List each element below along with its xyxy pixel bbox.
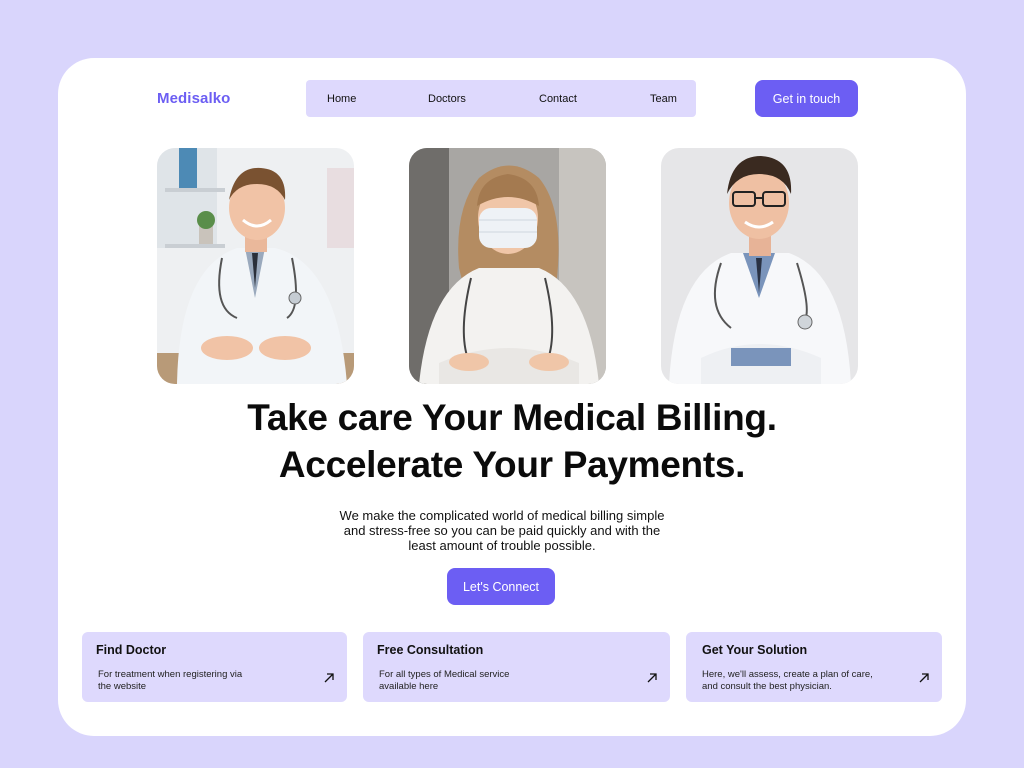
feature-card-free-consultation[interactable]: Free Consultation For all types of Medic… <box>363 632 670 702</box>
arrow-up-right-icon[interactable] <box>918 672 930 684</box>
feature-title: Get Your Solution <box>702 643 808 657</box>
feature-description: Here, we'll assess, create a plan of car… <box>702 669 873 693</box>
doctor-male-glasses-photo <box>661 148 858 384</box>
hero-subtext-line-3: least amount of trouble possible. <box>408 538 596 553</box>
nav-item-team[interactable]: Team <box>650 93 677 105</box>
feature-card-find-doctor[interactable]: Find Doctor For treatment when registeri… <box>82 632 347 702</box>
nav-item-doctors[interactable]: Doctors <box>428 93 466 105</box>
nav-item-contact[interactable]: Contact <box>539 93 577 105</box>
nav-item-home[interactable]: Home <box>327 93 356 105</box>
arrow-up-right-icon[interactable] <box>323 672 335 684</box>
logo[interactable]: Medisalko <box>157 90 230 107</box>
hero-subtext-line-1: We make the complicated world of medical… <box>339 508 665 523</box>
feature-description-line: For all types of Medical service <box>379 669 510 680</box>
feature-description: For all types of Medical service availab… <box>379 669 509 693</box>
doctor-female-mask-photo <box>409 148 606 384</box>
feature-description-line: the website <box>98 681 147 692</box>
feature-description-line: and consult the best physician. <box>702 681 832 692</box>
hero-subtext-line-2: and stress-free so you can be paid quick… <box>343 523 661 538</box>
headline-line-2: Accelerate Your Payments. <box>278 444 746 485</box>
headline-line-1: Take care Your Medical Billing. <box>247 397 777 438</box>
lets-connect-button[interactable]: Let's Connect <box>447 568 555 605</box>
feature-title: Find Doctor <box>96 643 167 657</box>
get-in-touch-button[interactable]: Get in touch <box>755 80 858 117</box>
feature-description-line: Here, we'll assess, create a plan of car… <box>702 669 873 680</box>
feature-description-line: available here <box>379 681 439 692</box>
feature-description-line: For treatment when registering via <box>98 669 243 680</box>
nav-bar: Home Doctors Contact Team <box>306 80 696 117</box>
hero-subtext: We make the complicated world of medical… <box>312 508 692 553</box>
feature-title: Free Consultation <box>377 643 484 657</box>
doctor-male-desk-photo <box>157 148 354 384</box>
feature-card-get-your-solution[interactable]: Get Your Solution Here, we'll assess, cr… <box>686 632 942 702</box>
arrow-up-right-icon[interactable] <box>646 672 658 684</box>
feature-description: For treatment when registering via the w… <box>98 669 242 693</box>
